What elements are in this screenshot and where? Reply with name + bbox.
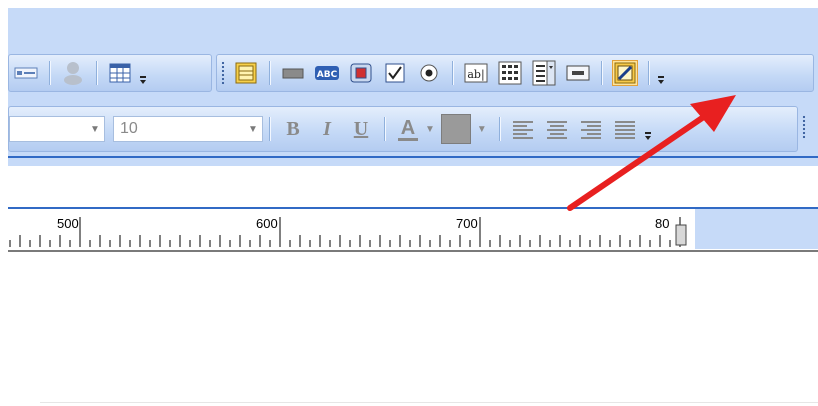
app-window: ABC ab| ▼ 10 ▼ B I U A ▼ ▼ 500 600 700 8… [0,0,818,406]
arrow-head [690,95,736,132]
arrow-shaft [567,111,711,211]
page-bottom-line [40,402,818,403]
annotation-arrow [567,95,736,211]
